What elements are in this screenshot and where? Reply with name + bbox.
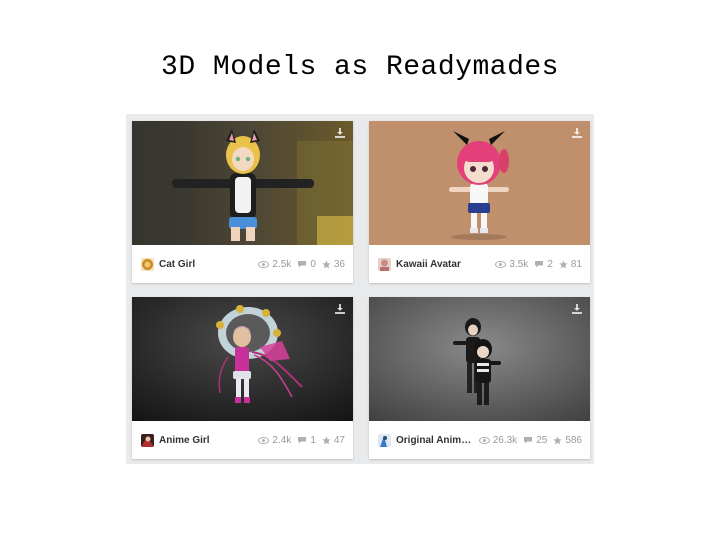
views-count: 2.4k [272, 434, 292, 446]
comments-count: 1 [310, 434, 316, 446]
model-name-link[interactable]: Anime Girl [159, 435, 210, 446]
likes-count: 36 [333, 258, 345, 270]
views-stat: 2.5k [258, 259, 291, 270]
eye-icon [478, 436, 490, 444]
model-card-original-anime[interactable]: Original Anime… 26.3k 25 586 [369, 297, 590, 459]
model-card-kawaii-avatar[interactable]: Kawaii Avatar 3.5k 2 81 [369, 121, 590, 283]
comment-icon [298, 261, 307, 268]
avatar[interactable] [378, 257, 391, 271]
comments-stat: 0 [297, 259, 316, 270]
comments-count: 2 [547, 258, 553, 270]
star-icon [322, 259, 331, 268]
comments-count: 25 [536, 434, 548, 446]
comment-icon [524, 437, 533, 444]
model-name-link[interactable]: Kawaii Avatar [396, 259, 461, 270]
comment-icon [298, 437, 307, 444]
model-thumbnail[interactable] [369, 297, 590, 421]
avatar[interactable] [141, 433, 154, 447]
comments-stat: 1 [297, 435, 316, 446]
model-meta: Kawaii Avatar 3.5k 2 81 [369, 245, 590, 283]
avatar[interactable] [141, 257, 154, 271]
likes-count: 47 [333, 434, 345, 446]
download-icon[interactable] [334, 303, 346, 315]
eye-icon [495, 260, 507, 268]
likes-count: 81 [570, 258, 582, 270]
views-count: 26.3k [492, 434, 518, 446]
model-meta: Original Anime… 26.3k 25 586 [369, 421, 590, 459]
likes-count: 586 [565, 434, 582, 446]
download-icon[interactable] [334, 127, 346, 139]
likes-stat: 36 [322, 259, 345, 270]
model-stats: 26.3k 25 586 [473, 435, 582, 446]
star-icon [559, 259, 568, 268]
views-count: 3.5k [509, 258, 529, 270]
model-name-link[interactable]: Original Anime… [396, 435, 473, 446]
model-card-cat-girl[interactable]: Cat Girl 2.5k 0 36 [132, 121, 353, 283]
likes-stat: 47 [322, 435, 345, 446]
views-count: 2.5k [272, 258, 292, 270]
model-stats: 2.4k 1 47 [252, 435, 345, 446]
comments-stat: 2 [534, 259, 553, 270]
model-meta: Anime Girl 2.4k 1 47 [132, 421, 353, 459]
model-card-anime-girl[interactable]: Anime Girl 2.4k 1 47 [132, 297, 353, 459]
comments-stat: 25 [523, 435, 547, 446]
download-icon[interactable] [571, 303, 583, 315]
model-thumbnail[interactable] [132, 121, 353, 245]
eye-icon [258, 260, 270, 268]
comment-icon [535, 261, 544, 268]
model-thumbnail[interactable] [369, 121, 590, 245]
eye-icon [258, 436, 270, 444]
model-meta: Cat Girl 2.5k 0 36 [132, 245, 353, 283]
star-icon [322, 435, 331, 444]
views-stat: 2.4k [258, 435, 291, 446]
download-icon[interactable] [571, 127, 583, 139]
slide-title: 3D Models as Readymades [161, 52, 559, 83]
model-grid: Cat Girl 2.5k 0 36 Kawaii Avatar 3.5k 2 … [126, 114, 594, 464]
views-stat: 26.3k [478, 434, 518, 446]
model-thumbnail[interactable] [132, 297, 353, 421]
model-stats: 3.5k 2 81 [489, 259, 582, 270]
avatar[interactable] [378, 433, 391, 447]
model-stats: 2.5k 0 36 [252, 259, 345, 270]
star-icon [553, 435, 562, 444]
model-name-link[interactable]: Cat Girl [159, 259, 195, 270]
views-stat: 3.5k [495, 259, 528, 270]
likes-stat: 586 [553, 435, 582, 446]
likes-stat: 81 [559, 259, 582, 270]
comments-count: 0 [310, 258, 316, 270]
